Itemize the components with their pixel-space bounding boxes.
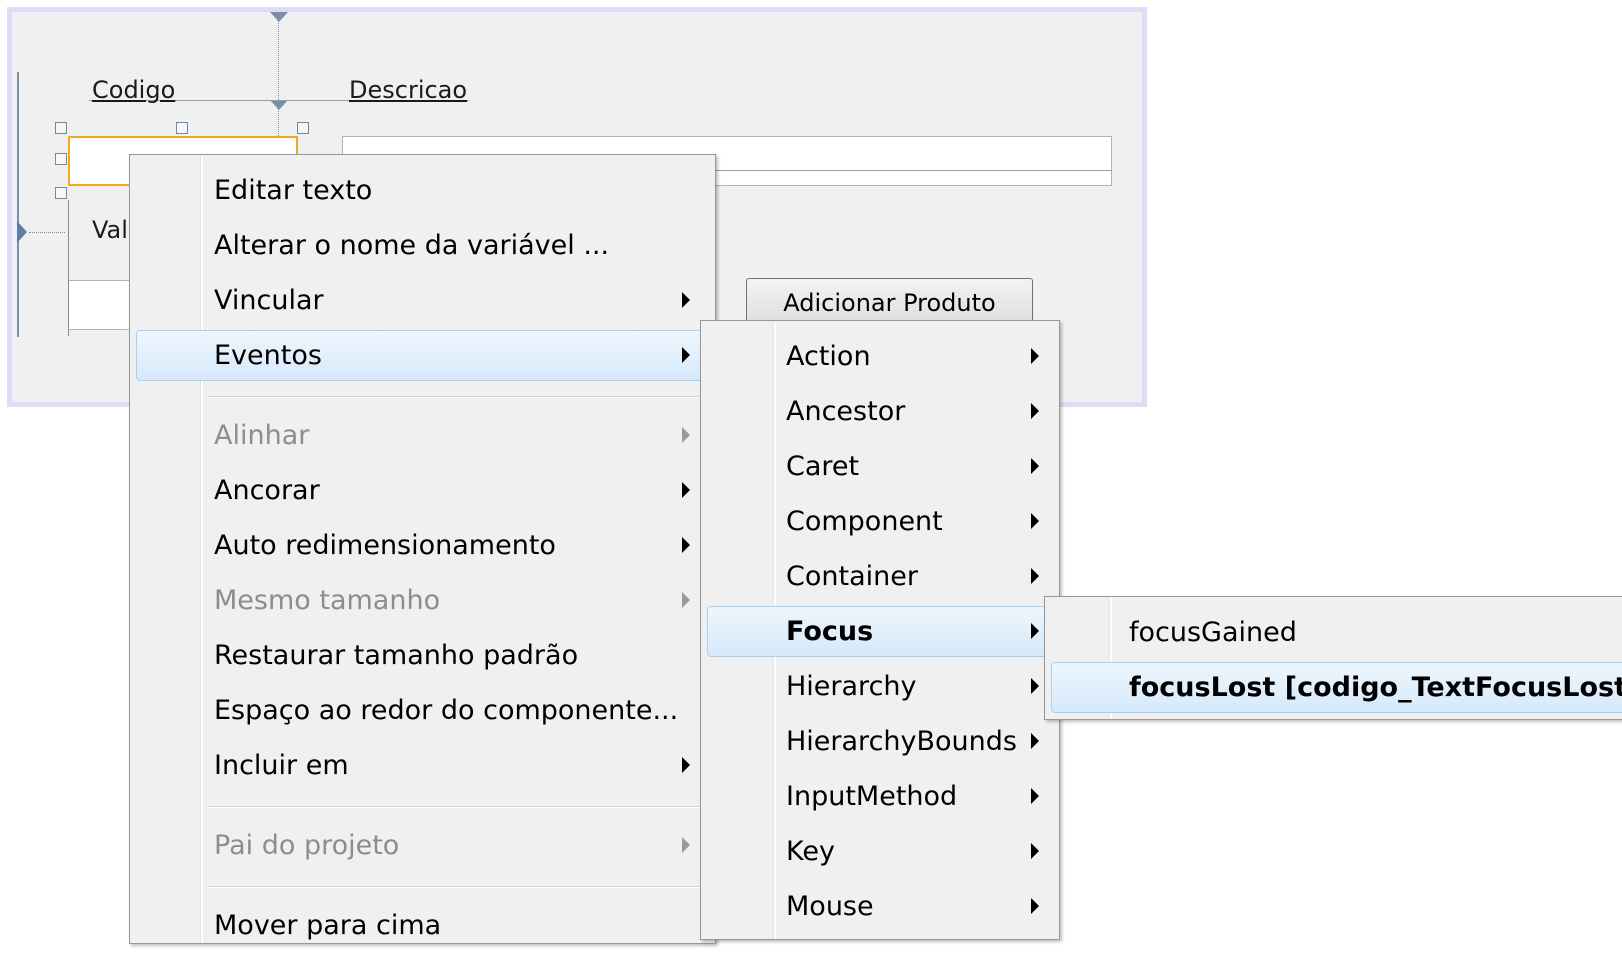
event-item-component[interactable]: Component [701,494,1059,549]
focus-item-focuslost[interactable]: focusLost [codigo_TextFocusLost] [1045,660,1622,715]
menu-item-label: Alinhar [214,420,310,451]
label-codigo[interactable]: Codigo [92,76,175,104]
context-menu: Editar texto Alterar o nome da variável … [129,154,716,944]
menu-item-alterar-nome[interactable]: Alterar o nome da variável ... [130,218,715,273]
menu-separator [208,396,707,398]
submenu-arrow-icon [1031,733,1039,749]
event-item-hierarchy[interactable]: Hierarchy [701,659,1059,714]
submenu-arrow-icon [682,427,690,443]
anchor-marker-mid-icon [270,100,288,110]
focus-item-focusgained[interactable]: focusGained [1045,605,1622,660]
submenu-arrow-icon [1031,513,1039,529]
menu-item-vincular[interactable]: Vincular [130,273,715,328]
label-descricao[interactable]: Descricao [349,76,467,104]
resize-handle-n[interactable] [176,122,188,134]
submenu-arrow-icon [1031,568,1039,584]
resize-handle-sw[interactable] [55,187,67,199]
submenu-arrow-icon [1031,788,1039,804]
menu-item-mesmo-tamanho[interactable]: Mesmo tamanho [130,573,715,628]
menu-item-label: Mouse [786,891,874,922]
event-item-ancestor[interactable]: Ancestor [701,384,1059,439]
event-item-caret[interactable]: Caret [701,439,1059,494]
menu-item-eventos[interactable]: Eventos [130,328,715,383]
menu-item-pai-do-projeto[interactable]: Pai do projeto [130,818,715,873]
menu-item-label: Key [786,836,835,867]
menu-item-label: Alterar o nome da variável ... [214,230,610,261]
menu-item-label: Incluir em [214,750,349,781]
menu-item-ancorar[interactable]: Ancorar [130,463,715,518]
submenu-arrow-icon [1031,623,1039,639]
anchor-marker-top-icon [270,12,288,22]
resize-handle-w[interactable] [55,153,67,165]
label-valor[interactable]: Val [92,216,128,244]
menu-item-label: Editar texto [214,175,373,206]
menu-item-espaco-componente[interactable]: Espaço ao redor do componente... [130,683,715,738]
anchor-line-left [17,72,19,337]
event-item-inputmethod[interactable]: InputMethod [701,769,1059,824]
event-item-focus[interactable]: Focus [701,604,1059,659]
menu-item-label: Ancestor [786,396,906,427]
menu-item-label: Espaço ao redor do componente... [214,695,679,726]
submenu-arrow-icon [682,292,690,308]
event-item-hierarchybounds[interactable]: HierarchyBounds [701,714,1059,769]
menu-item-label: Vincular [214,285,324,316]
menu-item-incluir-em[interactable]: Incluir em [130,738,715,793]
menu-item-highlight [707,606,1051,657]
event-item-mouse[interactable]: Mouse [701,879,1059,934]
submenu-arrow-icon [682,757,690,773]
resize-handle-nw[interactable] [55,122,67,134]
submenu-arrow-icon [1031,348,1039,364]
submenu-arrow-icon [1031,678,1039,694]
resize-handle-ne[interactable] [297,122,309,134]
valor-anchor-line [68,200,69,336]
menu-item-label: Container [786,561,918,592]
events-submenu: Action Ancestor Caret Component Containe… [700,320,1060,940]
menu-separator [208,886,707,888]
menu-item-label: HierarchyBounds [786,726,1017,757]
submenu-arrow-icon [682,347,690,363]
menu-item-alinhar[interactable]: Alinhar [130,408,715,463]
menu-item-label: Component [786,506,943,537]
submenu-arrow-icon [1031,403,1039,419]
menu-item-label: Action [786,341,871,372]
menu-item-label: Hierarchy [786,671,917,702]
event-item-action[interactable]: Action [701,329,1059,384]
anchor-marker-left-icon [17,221,27,243]
event-item-key[interactable]: Key [701,824,1059,879]
alignment-guide-horizontal [29,232,65,233]
menu-item-label: Pai do projeto [214,830,400,861]
menu-item-label: focusLost [codigo_TextFocusLost] [1129,672,1622,703]
submenu-arrow-icon [1031,898,1039,914]
menu-item-label: Focus [786,616,874,647]
menu-item-label: Ancorar [214,475,320,506]
menu-item-label: Mesmo tamanho [214,585,441,616]
menu-item-editar-texto[interactable]: Editar texto [130,163,715,218]
submenu-arrow-icon [682,592,690,608]
menu-item-label: Auto redimensionamento [214,530,556,561]
menu-item-label: Caret [786,451,860,482]
menu-separator [208,806,707,808]
menu-item-restaurar-tamanho[interactable]: Restaurar tamanho padrão [130,628,715,683]
menu-item-label: Eventos [214,340,322,371]
submenu-arrow-icon [682,482,690,498]
menu-item-label: focusGained [1129,617,1297,648]
submenu-arrow-icon [682,837,690,853]
menu-item-label: Restaurar tamanho padrão [214,640,579,671]
focus-submenu: focusGained focusLost [codigo_TextFocusL… [1044,596,1622,720]
submenu-arrow-icon [1031,843,1039,859]
menu-item-label: InputMethod [786,781,958,812]
submenu-arrow-icon [682,537,690,553]
event-item-container[interactable]: Container [701,549,1059,604]
submenu-arrow-icon [1031,458,1039,474]
menu-item-mover-para-cima[interactable]: Mover para cima [130,898,715,953]
menu-item-auto-redimensionamento[interactable]: Auto redimensionamento [130,518,715,573]
menu-item-label: Mover para cima [214,910,442,941]
valor-text-field[interactable] [68,280,138,330]
